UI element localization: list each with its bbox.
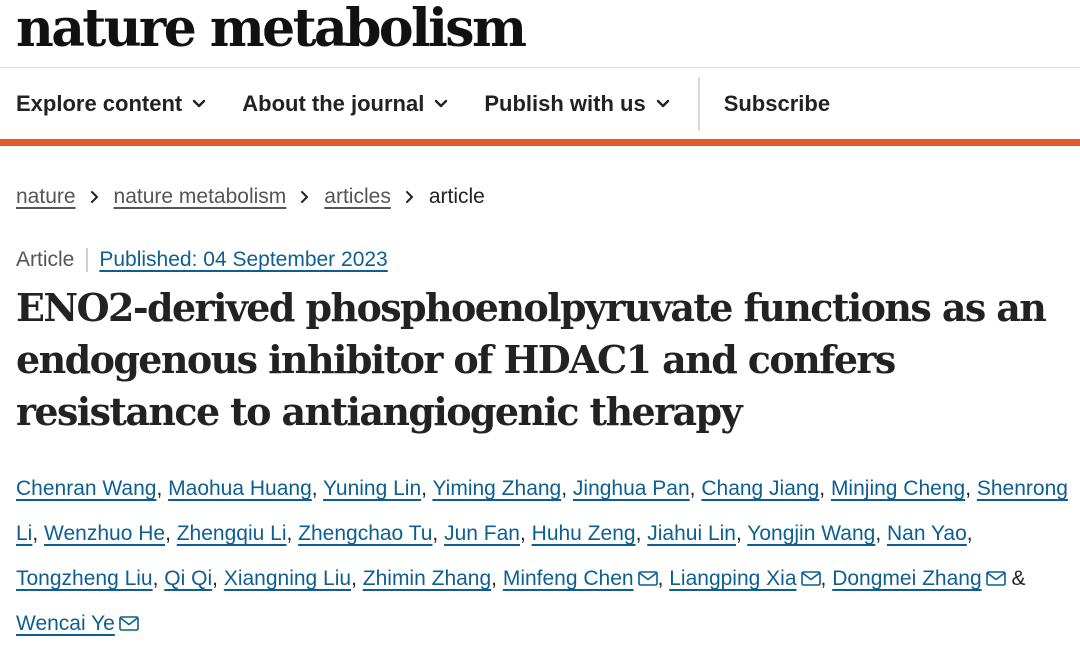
author-link[interactable]: Wencai Ye [16, 612, 115, 635]
author-separator: , [965, 477, 977, 500]
author-separator: , [689, 477, 702, 500]
author-ampersand: & [1005, 567, 1026, 590]
mail-icon[interactable] [985, 571, 1006, 586]
masthead: nature metabolism [0, 0, 1080, 68]
author-separator: , [966, 522, 973, 545]
nav-explore-content[interactable]: Explore content [16, 91, 206, 117]
nav-item-label: About the journal [242, 90, 425, 116]
author-separator: , [635, 522, 648, 545]
author-link[interactable]: Jiahui Lin [647, 522, 736, 545]
nav-item-label: Explore content [16, 90, 183, 116]
mail-icon[interactable] [637, 571, 658, 586]
nav-about-journal[interactable]: About the journal [242, 91, 448, 117]
author-link[interactable]: Minfeng Chen [503, 567, 634, 590]
author-separator: , [657, 567, 670, 590]
breadcrumb-articles[interactable]: articles [324, 185, 391, 209]
author-link[interactable]: Zhengqiu Li [177, 522, 287, 545]
nav-item-label: Publish with us [484, 90, 646, 116]
author-link[interactable]: Tongzheng Liu [16, 567, 153, 590]
chevron-right-icon [300, 190, 310, 204]
author-separator: , [819, 477, 831, 500]
main-nav: Explore content About the journal Publis… [0, 68, 1080, 146]
breadcrumb-nature[interactable]: nature [16, 185, 76, 209]
nav-publish-with-us[interactable]: Publish with us [484, 91, 669, 117]
author-link[interactable]: Jun Fan [444, 522, 520, 545]
author-link[interactable]: Yiming Zhang [432, 477, 561, 500]
article-title: ENO2-derived phosphoenolpyruvate functio… [16, 285, 1047, 434]
chevron-right-icon [405, 190, 415, 204]
author-link[interactable]: Minjing Cheng [831, 477, 965, 500]
chevron-right-icon [90, 190, 100, 204]
nav-divider [697, 76, 700, 131]
author-separator: , [152, 567, 165, 590]
chevron-down-icon [192, 99, 206, 109]
author-link[interactable]: Nan Yao [887, 522, 967, 545]
author-link[interactable]: Zhimin Zhang [363, 567, 491, 590]
author-link[interactable]: Zhengchao Tu [298, 522, 432, 545]
article-type: Article [16, 248, 89, 272]
author-list: Chenran Wang, Maohua Huang, Yuning Lin, … [16, 466, 1071, 646]
author-separator: , [156, 477, 169, 500]
author-link[interactable]: Dongmei Zhang [832, 567, 981, 590]
author-link[interactable]: Xiangning Liu [224, 567, 351, 590]
author-link[interactable]: Huhu Zeng [532, 522, 636, 545]
author-separator: , [519, 522, 532, 545]
author-separator: , [875, 522, 887, 545]
author-separator: , [491, 567, 503, 590]
subscribe-link[interactable]: Subscribe [724, 91, 830, 117]
author-separator: , [735, 522, 748, 545]
author-link[interactable]: Yuning Lin [323, 477, 421, 500]
author-link[interactable]: Wenzhuo He [44, 522, 165, 545]
author-separator: , [311, 477, 324, 500]
author-link[interactable]: Liangping Xia [669, 567, 796, 590]
author-separator: , [351, 567, 363, 590]
breadcrumb: nature nature metabolism articles articl… [0, 146, 1080, 246]
author-link[interactable]: Yongjin Wang [747, 522, 875, 545]
published-date-link[interactable]: Published: 04 September 2023 [99, 248, 387, 272]
chevron-down-icon [656, 99, 670, 109]
author-separator: , [212, 567, 224, 590]
author-link[interactable]: Maohua Huang [168, 477, 312, 500]
author-separator: , [421, 477, 433, 500]
author-separator: , [820, 567, 833, 590]
author-link[interactable]: Jinghua Pan [573, 477, 690, 500]
author-link[interactable]: Qi Qi [164, 567, 212, 590]
breadcrumb-nature-metabolism[interactable]: nature metabolism [114, 185, 287, 209]
author-separator: , [32, 522, 45, 545]
author-link[interactable]: Chenran Wang [16, 477, 156, 500]
journal-logo[interactable]: nature metabolism [16, 2, 527, 55]
breadcrumb-current: article [428, 185, 485, 208]
author-separator: , [286, 522, 299, 545]
author-separator: , [165, 522, 177, 545]
author-separator: , [432, 522, 445, 545]
mail-icon[interactable] [800, 571, 821, 586]
chevron-down-icon [434, 99, 448, 109]
mail-icon[interactable] [119, 616, 139, 631]
author-separator: , [561, 477, 573, 500]
author-link[interactable]: Chang Jiang [701, 477, 819, 500]
article-meta: Article Published: 04 September 2023 [0, 242, 1080, 278]
